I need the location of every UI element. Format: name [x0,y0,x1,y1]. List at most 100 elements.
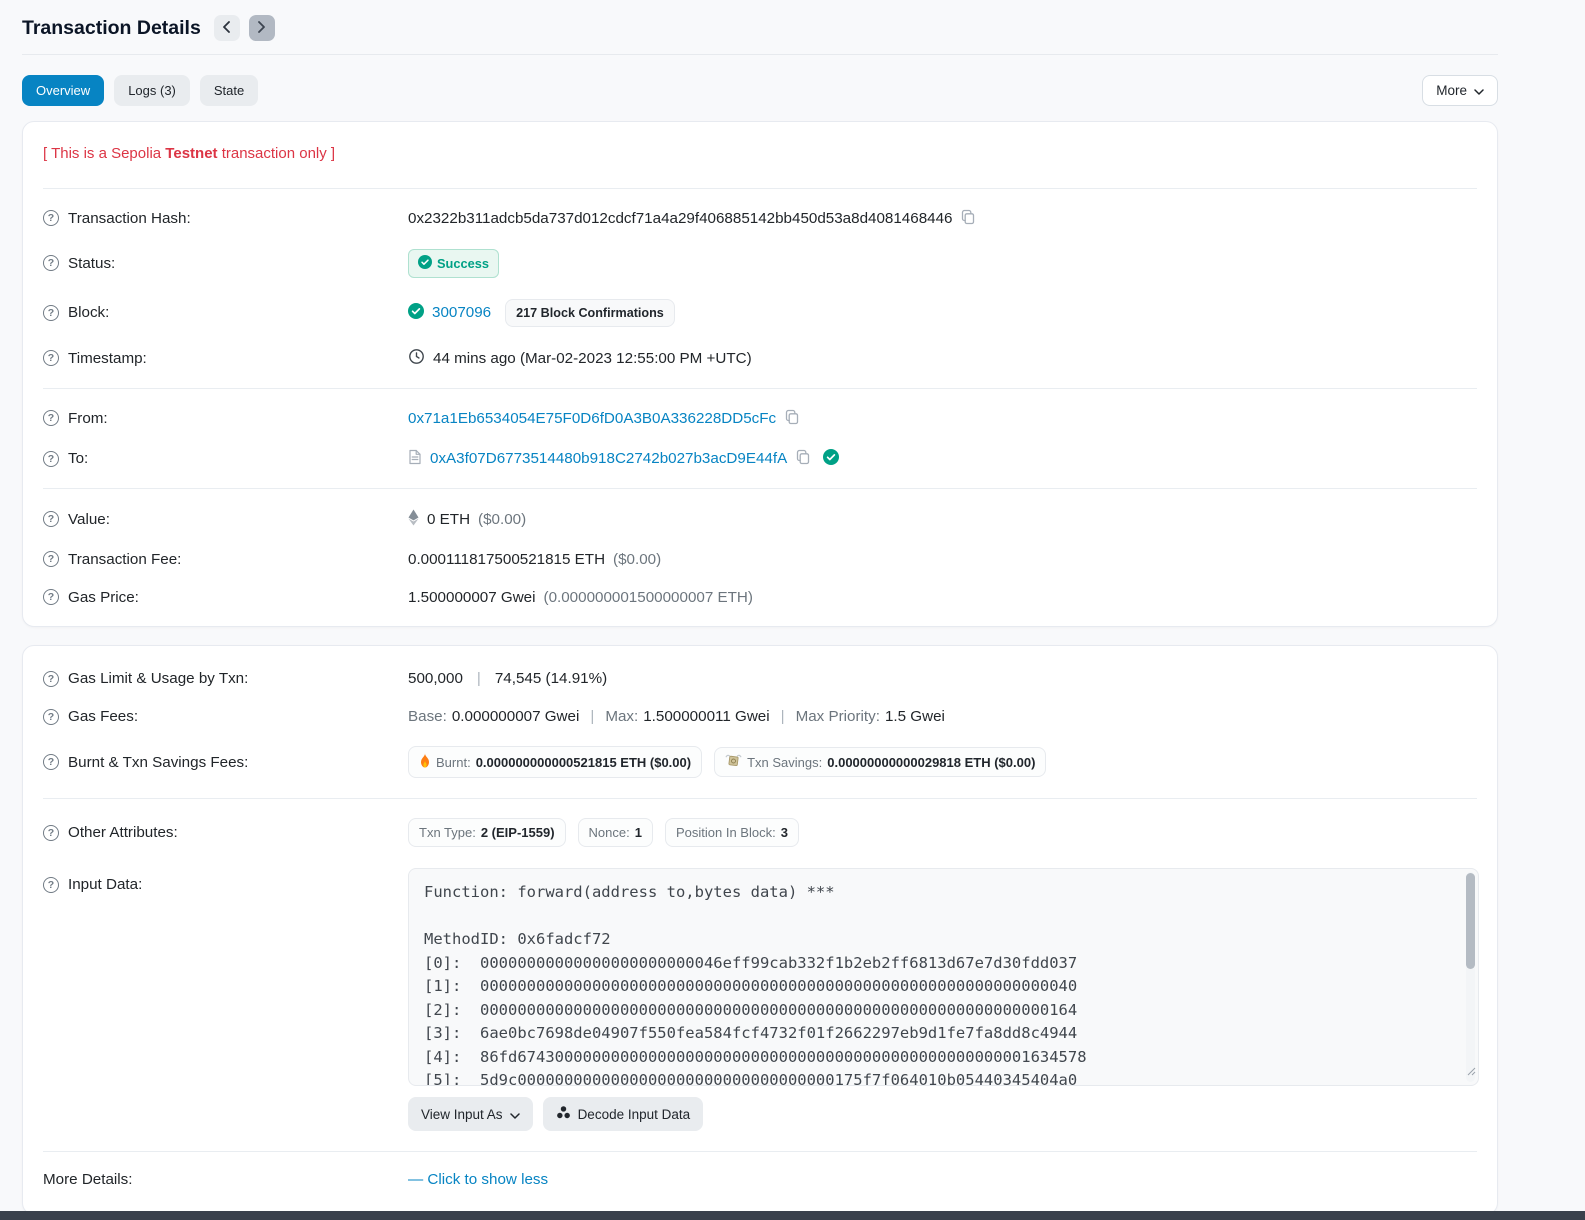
gas-fees-base-label: Base: [408,708,447,725]
gas-limit-value: 500,000 [408,670,463,687]
nonce-chip: Nonce: 1 [577,818,653,847]
burnt-savings-label: Burnt & Txn Savings Fees: [68,753,249,771]
status-badge-label: Success [437,255,489,271]
input-data-line: [3]: 6ae0bc7698de04907f550fea584fcf4732f… [424,1024,1078,1042]
copy-icon [960,209,976,228]
block-number-link[interactable]: 3007096 [432,304,491,321]
tab-logs[interactable]: Logs (3) [114,75,190,106]
copy-icon [784,409,800,428]
help-icon[interactable] [43,410,59,426]
help-icon[interactable] [43,511,59,527]
from-row: From: 0x71a1Eb6534054E75F0D6fD0A3B0A3362… [43,398,1477,438]
timestamp-value: 44 mins ago (Mar-02-2023 12:55:00 PM +UT… [433,349,752,367]
fire-icon [419,753,431,771]
help-icon[interactable] [43,670,59,687]
verified-check-icon [823,448,840,469]
decode-icon [556,1105,571,1123]
help-icon[interactable] [43,551,59,567]
gas-fees-row: Gas Fees: Base: 0.000000007 Gwei | Max: … [43,698,1477,736]
help-icon[interactable] [43,450,59,467]
transaction-fee-row: Transaction Fee: 0.000111817500521815 ET… [43,540,1477,578]
page-container: Transaction Details Overview Logs (3) St… [22,0,1498,1215]
chevron-right-icon [257,20,266,36]
help-icon[interactable] [43,255,59,271]
burnt-fee-value: 0.000000000000521815 ETH ($0.00) [475,754,692,770]
input-data-line: Function: forward(address to,bytes data)… [424,883,835,901]
more-details-label: More Details: [43,1171,133,1188]
clock-icon [408,348,425,369]
transaction-hash-row: Transaction Hash: 0x2322b311adcb5da737d0… [43,198,1477,238]
nonce-chip-label: Nonce: [588,825,630,840]
other-attributes-label: Other Attributes: [68,824,178,841]
help-icon[interactable] [43,350,59,366]
transaction-fee-usd: ($0.00) [613,550,662,568]
from-address-link[interactable]: 0x71a1Eb6534054E75F0D6fD0A3B0A336228DD5c… [408,410,776,427]
input-data-scrollbar[interactable] [1466,872,1475,1082]
more-details-row: More Details: — Click to show less [43,1161,1477,1205]
value-row: Value: 0 ETH ($0.00) [43,498,1477,540]
input-data-line [424,905,1452,929]
show-less-toggle-link[interactable]: — Click to show less [408,1171,548,1188]
testnet-warning-suffix: transaction only ] [217,145,336,162]
divider [43,388,1477,389]
burnt-savings-row: Burnt & Txn Savings Fees: Burnt: 0.00000… [43,736,1477,789]
help-icon[interactable] [43,589,59,605]
input-data-line: [1]: 00000000000000000000000000000000000… [424,977,1078,995]
gas-fees-max-priority-value: 1.5 Gwei [884,708,945,725]
input-data-line: [5]: 5d9c0000000000000000000000000000000… [424,1071,1078,1086]
status-badge: Success [408,248,499,278]
help-icon[interactable] [43,304,59,321]
value-usd: ($0.00) [478,510,527,528]
to-row: To: 0xA3f07D6773514480b918C2742b027b3acD… [43,438,1477,479]
ethereum-icon [408,508,419,530]
input-data-line: [0]: 00000000000000000000000046eff99cab3… [424,953,1078,972]
timestamp-label: Timestamp: [68,349,147,367]
separator: | [780,708,785,725]
tab-state[interactable]: State [199,75,259,106]
block-confirmations-badge: 217 Block Confirmations [505,298,675,327]
input-data-label: Input Data: [68,876,143,893]
gas-price-eth-equivalent: (0.000000001500000007 ETH) [543,588,753,606]
copy-hash-button[interactable] [960,209,976,228]
gas-fees-base-value: 0.000000007 Gwei [451,708,580,725]
copy-icon [795,449,811,468]
resize-handle-icon[interactable] [1467,1060,1476,1084]
burnt-fee-chip: Burnt: 0.000000000000521815 ETH ($0.00) [408,746,703,778]
help-icon[interactable] [43,824,59,841]
input-data-scrollbar-thumb[interactable] [1466,873,1475,969]
gas-price-row: Gas Price: 1.500000007 Gwei (0.000000001… [43,578,1477,616]
position-in-block-value: 3 [780,825,788,840]
txn-savings-chip-label: Txn Savings: [747,754,823,770]
help-icon[interactable] [43,876,59,893]
divider [43,1150,1477,1152]
gas-limit-usage-row: Gas Limit & Usage by Txn: 500,000 | 74,5… [43,654,1477,698]
gas-fees-max-label: Max: [605,708,639,725]
tabs: Overview Logs (3) State [22,75,259,106]
check-circle-icon [418,254,432,272]
gas-fees-max-value: 1.500000011 Gwei [643,708,770,725]
contract-file-icon [408,449,422,469]
input-data-textarea[interactable]: Function: forward(address to,bytes data)… [408,868,1479,1086]
block-confirmed-icon [408,302,424,323]
help-icon[interactable] [43,708,59,725]
gas-fees-label: Gas Fees: [68,708,139,725]
tab-overview[interactable]: Overview [22,75,105,106]
decode-input-data-button[interactable]: Decode Input Data [542,1097,704,1131]
help-icon[interactable] [43,754,59,770]
to-label: To: [68,450,89,467]
gas-usage-value: 74,545 (14.91%) [494,670,608,687]
previous-transaction-button[interactable] [213,15,240,41]
help-icon[interactable] [43,210,59,226]
txn-savings-value: 0.00000000000029818 ETH ($0.00) [827,754,1036,770]
transaction-fee-amount: 0.000111817500521815 ETH [408,550,606,568]
view-input-as-button[interactable]: View Input As [408,1097,533,1131]
position-in-block-chip-label: Position In Block: [675,825,776,840]
copy-from-address-button[interactable] [784,409,800,428]
chevron-down-icon [1474,83,1484,98]
txn-savings-chip: Txn Savings: 0.00000000000029818 ETH ($0… [714,747,1047,777]
next-transaction-button[interactable] [248,15,275,41]
more-dropdown-button[interactable]: More [1422,75,1498,106]
gas-price-amount: 1.500000007 Gwei [408,588,536,606]
to-address-link[interactable]: 0xA3f07D6773514480b918C2742b027b3acD9E44… [430,450,787,467]
copy-to-address-button[interactable] [795,449,811,468]
